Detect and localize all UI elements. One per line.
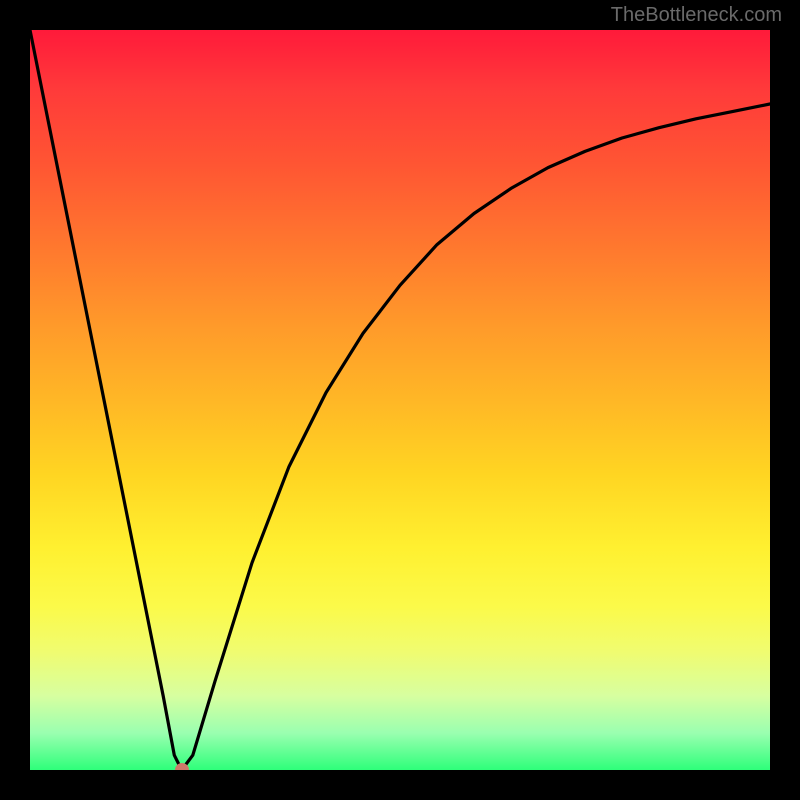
curve-svg (30, 30, 770, 770)
watermark-text: TheBottleneck.com (611, 4, 782, 27)
plot-area (30, 30, 770, 770)
bottleneck-curve-path (30, 30, 770, 770)
optimal-point-marker (175, 763, 189, 770)
